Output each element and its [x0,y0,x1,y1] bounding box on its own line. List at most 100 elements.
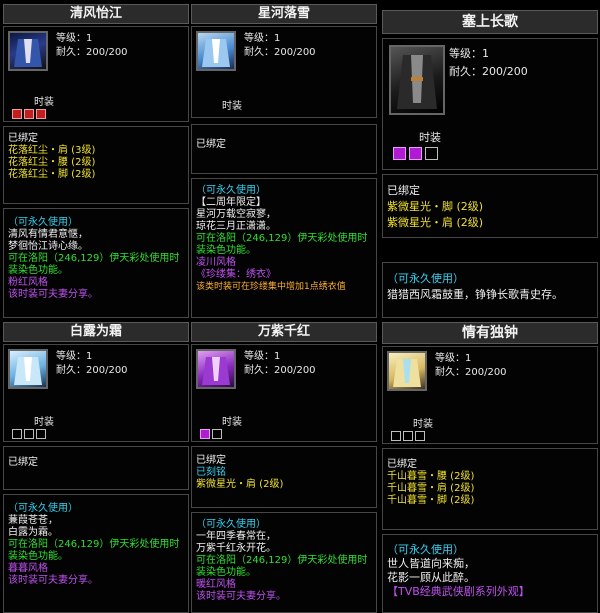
desc-line: 清风有情君意惬， [8,229,88,240]
item-bind-panel: 已绑定 [3,446,189,490]
gem-slots [391,431,425,441]
item-desc-panel: （可永久使用） 世人皆道向来痴， 花影一顾从此醉。 【TVB经典武侠剧系列外观】 [382,534,598,613]
usage-label: （可永久使用） [8,503,78,514]
item-name: 万紫千红 [191,322,377,342]
item-name: 白露为霜 [3,322,189,342]
durability-label: 耐久：200/200 [244,47,316,58]
robe-portrait-icon[interactable] [389,45,445,115]
style-label: 暮暮风格 [8,563,48,574]
level-label: 等级：1 [244,33,281,44]
robe-portrait-icon[interactable] [8,31,48,71]
usage-label: （可永久使用） [387,543,464,556]
item-type-label: 时装 [419,131,441,144]
durability-label: 耐久：200/200 [435,367,507,378]
gem-slot-icon[interactable] [12,429,22,439]
share-label: 该时装可夫妻分享。 [8,289,98,300]
desc-line: 白露为霜。 [8,527,58,538]
item-header-panel: 等级：1 耐久：200/200 时装 [191,344,377,442]
dye-line: 可在洛阳（246,129）伊天彩处使用时 [8,253,180,264]
item-card-bailuweishuang: 白露为霜 等级：1 耐久：200/200 时装 已绑定 （可永久使用） 蒹葭苍苍… [0,320,190,613]
desc-line: 万紫千红永开花。 [196,543,276,554]
desc-line: 琼花三月正潇潇。 [196,221,276,232]
collection-label: 《珍缕集：绣衣》 [196,269,276,280]
item-header-panel: 等级：1 耐久：200/200 时装 [191,26,377,118]
usage-label: （可永久使用） [196,185,266,196]
item-header-panel: 等级：1 耐久：200/200 时装 [3,344,189,442]
level-label: 等级：1 [449,47,489,60]
bound-label: 已绑定 [387,184,420,197]
usage-label: （可永久使用） [196,519,266,530]
gem-slot-icon[interactable] [425,147,438,160]
item-card-wanziqianhong: 万紫千红 等级：1 耐久：200/200 时装 已绑定 已刻铭 紫微星光・肩 (… [191,320,379,613]
level-label: 等级：1 [56,33,93,44]
item-desc-panel: （可永久使用） 【二周年限定】 星河万载空寂寥， 琼花三月正潇潇。 可在洛阳（2… [191,178,377,318]
limited-label: 【二周年限定】 [196,197,266,208]
gem-slot-icon[interactable] [393,147,406,160]
gem-slot-icon[interactable] [36,109,46,119]
item-header-panel: 等级：1 耐久：200/200 时装 [382,346,598,444]
item-card-xingheluoxue: 星河落雪 等级：1 耐久：200/200 时装 已绑定 （可永久使用） 【二周年… [191,0,379,318]
share-label: 该时装可夫妻分享。 [196,591,286,602]
set-line: 花落红尘・腰 (2级) [8,157,96,168]
bound-label: 已绑定 [387,459,417,470]
bound-label: 已绑定 [196,455,226,466]
share-label: 该时装可夫妻分享。 [8,575,98,586]
style-label: 凌川风格 [196,257,236,268]
item-header-panel: 等级：1 耐久：200/200 时装 [382,38,598,170]
gem-slot-icon[interactable] [200,429,210,439]
set-line: 千山暮雪・肩 (2级) [387,483,475,494]
item-name: 星河落雪 [191,4,377,24]
gem-slots [12,429,46,439]
durability-label: 耐久：200/200 [244,365,316,376]
dye-line: 装染色功能。 [8,551,68,562]
style-label: 粉红风格 [8,277,48,288]
gem-slot-icon[interactable] [391,431,401,441]
usage-label: （可永久使用） [387,272,464,285]
gem-slot-icon[interactable] [24,429,34,439]
gem-slots [12,109,46,119]
durability-label: 耐久：200/200 [449,65,528,78]
dye-line: 可在洛阳（246,129）伊天彩处使用时 [196,555,368,566]
engraved-label: 已刻铭 [196,467,226,478]
desc-line: 梦徊怡江诗心缘。 [8,241,88,252]
item-card-saishangchangge: 塞上长歌 等级：1 耐久：200/200 时装 已绑定 紫微星光・脚 (2级) … [380,0,600,318]
gem-slot-icon[interactable] [415,431,425,441]
level-label: 等级：1 [435,353,472,364]
desc-line: 花影一顾从此醉。 [387,571,475,584]
gem-slot-icon[interactable] [212,429,222,439]
item-desc-panel: （可永久使用） 一年四季春常在， 万紫千红永开花。 可在洛阳（246,129）伊… [191,512,377,613]
dye-line: 装染色功能。 [196,245,256,256]
desc-line: 星河万载空寂寥， [196,209,276,220]
item-type-label: 时装 [34,417,54,428]
item-type-label: 时装 [222,417,242,428]
item-desc-panel: （可永久使用） 蒹葭苍苍， 白露为霜。 可在洛阳（246,129）伊天彩处使用时… [3,494,189,613]
series-label: 【TVB经典武侠剧系列外观】 [387,585,530,598]
gem-slots [200,429,222,439]
set-line: 紫微星光・肩 (2级) [196,479,284,490]
dye-line: 装染色功能。 [8,265,68,276]
gem-slot-icon[interactable] [409,147,422,160]
robe-portrait-icon[interactable] [387,351,427,391]
item-bind-panel: 已绑定 紫微星光・脚 (2级) 紫微星光・肩 (2级) [382,174,598,238]
set-line: 千山暮雪・腰 (2级) [387,471,475,482]
gem-slots [393,147,438,160]
robe-portrait-icon[interactable] [196,31,236,71]
desc-line: 猎猎西风霜鼓重，铮铮长歌青史存。 [387,288,563,301]
robe-portrait-icon[interactable] [196,349,236,389]
level-label: 等级：1 [56,351,93,362]
gem-slot-icon[interactable] [12,109,22,119]
desc-line: 世人皆道向来痴， [387,557,475,570]
item-desc-panel: （可永久使用） 清风有情君意惬， 梦徊怡江诗心缘。 可在洛阳（246,129）伊… [3,208,189,318]
item-name: 塞上长歌 [382,10,598,34]
item-bind-panel: 已绑定 千山暮雪・腰 (2级) 千山暮雪・肩 (2级) 千山暮雪・脚 (2级) [382,448,598,530]
dye-line: 装染色功能。 [196,567,256,578]
gem-slot-icon[interactable] [403,431,413,441]
gem-slot-icon[interactable] [36,429,46,439]
robe-portrait-icon[interactable] [8,349,48,389]
dye-line: 可在洛阳（246,129）伊天彩处使用时 [196,233,368,244]
style-label: 暖红风格 [196,579,236,590]
item-type-label: 时装 [413,419,433,430]
gem-slot-icon[interactable] [24,109,34,119]
desc-line: 蒹葭苍苍， [8,515,58,526]
set-line: 花落红尘・脚 (2级) [8,169,96,180]
